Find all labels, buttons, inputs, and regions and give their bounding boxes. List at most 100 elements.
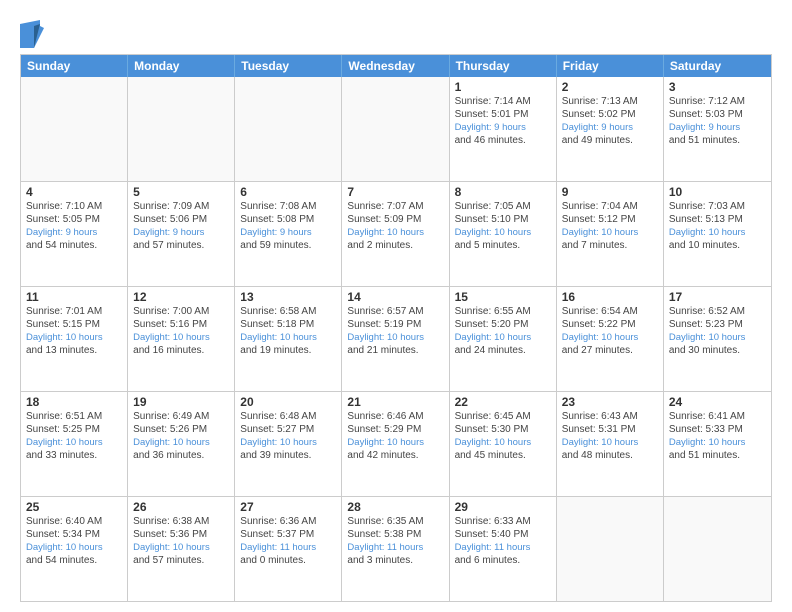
day-info-18: Sunrise: 6:51 AMSunset: 5:25 PMDaylight:…: [26, 410, 122, 462]
day-cell-11: 11Sunrise: 7:01 AMSunset: 5:15 PMDayligh…: [21, 287, 128, 391]
day-info-5: Sunrise: 7:09 AMSunset: 5:06 PMDaylight:…: [133, 200, 229, 252]
day-cell-7: 7Sunrise: 7:07 AMSunset: 5:09 PMDaylight…: [342, 182, 449, 286]
day-info-8: Sunrise: 7:05 AMSunset: 5:10 PMDaylight:…: [455, 200, 551, 252]
day-number-23: 23: [562, 395, 658, 409]
day-cell-14: 14Sunrise: 6:57 AMSunset: 5:19 PMDayligh…: [342, 287, 449, 391]
daylight-link-16[interactable]: Daylight: 10 hours: [562, 332, 639, 343]
header-day-sunday: Sunday: [21, 55, 128, 77]
day-cell-19: 19Sunrise: 6:49 AMSunset: 5:26 PMDayligh…: [128, 392, 235, 496]
daylight-link-23[interactable]: Daylight: 10 hours: [562, 437, 639, 448]
daylight-link-29[interactable]: Daylight: 11 hours: [455, 542, 531, 553]
day-info-4: Sunrise: 7:10 AMSunset: 5:05 PMDaylight:…: [26, 200, 122, 252]
day-number-21: 21: [347, 395, 443, 409]
page: SundayMondayTuesdayWednesdayThursdayFrid…: [0, 0, 792, 612]
daylight-link-28[interactable]: Daylight: 11 hours: [347, 542, 423, 553]
day-number-1: 1: [455, 80, 551, 94]
day-number-25: 25: [26, 500, 122, 514]
day-info-10: Sunrise: 7:03 AMSunset: 5:13 PMDaylight:…: [669, 200, 766, 252]
day-cell-18: 18Sunrise: 6:51 AMSunset: 5:25 PMDayligh…: [21, 392, 128, 496]
day-number-6: 6: [240, 185, 336, 199]
daylight-link-9[interactable]: Daylight: 10 hours: [562, 227, 639, 238]
daylight-link-7[interactable]: Daylight: 10 hours: [347, 227, 424, 238]
day-cell-1: 1Sunrise: 7:14 AMSunset: 5:01 PMDaylight…: [450, 77, 557, 181]
day-cell-empty: [235, 77, 342, 181]
day-info-27: Sunrise: 6:36 AMSunset: 5:37 PMDaylight:…: [240, 515, 336, 567]
daylight-link-27[interactable]: Daylight: 11 hours: [240, 542, 316, 553]
calendar-body: 1Sunrise: 7:14 AMSunset: 5:01 PMDaylight…: [21, 77, 771, 601]
day-number-2: 2: [562, 80, 658, 94]
daylight-link-8[interactable]: Daylight: 10 hours: [455, 227, 532, 238]
day-cell-17: 17Sunrise: 6:52 AMSunset: 5:23 PMDayligh…: [664, 287, 771, 391]
day-number-29: 29: [455, 500, 551, 514]
day-number-14: 14: [347, 290, 443, 304]
daylight-link-19[interactable]: Daylight: 10 hours: [133, 437, 210, 448]
day-number-5: 5: [133, 185, 229, 199]
week-row-3: 11Sunrise: 7:01 AMSunset: 5:15 PMDayligh…: [21, 286, 771, 391]
day-cell-5: 5Sunrise: 7:09 AMSunset: 5:06 PMDaylight…: [128, 182, 235, 286]
day-info-14: Sunrise: 6:57 AMSunset: 5:19 PMDaylight:…: [347, 305, 443, 357]
day-cell-16: 16Sunrise: 6:54 AMSunset: 5:22 PMDayligh…: [557, 287, 664, 391]
day-cell-29: 29Sunrise: 6:33 AMSunset: 5:40 PMDayligh…: [450, 497, 557, 601]
daylight-link-22[interactable]: Daylight: 10 hours: [455, 437, 532, 448]
daylight-link-21[interactable]: Daylight: 10 hours: [347, 437, 424, 448]
day-number-17: 17: [669, 290, 766, 304]
header-day-saturday: Saturday: [664, 55, 771, 77]
day-info-21: Sunrise: 6:46 AMSunset: 5:29 PMDaylight:…: [347, 410, 443, 462]
day-number-9: 9: [562, 185, 658, 199]
day-cell-15: 15Sunrise: 6:55 AMSunset: 5:20 PMDayligh…: [450, 287, 557, 391]
daylight-link-6[interactable]: Daylight: 9 hours: [240, 227, 311, 238]
daylight-link-3[interactable]: Daylight: 9 hours: [669, 122, 740, 133]
daylight-link-17[interactable]: Daylight: 10 hours: [669, 332, 746, 343]
day-cell-21: 21Sunrise: 6:46 AMSunset: 5:29 PMDayligh…: [342, 392, 449, 496]
day-info-9: Sunrise: 7:04 AMSunset: 5:12 PMDaylight:…: [562, 200, 658, 252]
daylight-link-14[interactable]: Daylight: 10 hours: [347, 332, 424, 343]
day-number-20: 20: [240, 395, 336, 409]
daylight-link-5[interactable]: Daylight: 9 hours: [133, 227, 204, 238]
day-cell-22: 22Sunrise: 6:45 AMSunset: 5:30 PMDayligh…: [450, 392, 557, 496]
day-cell-27: 27Sunrise: 6:36 AMSunset: 5:37 PMDayligh…: [235, 497, 342, 601]
day-info-15: Sunrise: 6:55 AMSunset: 5:20 PMDaylight:…: [455, 305, 551, 357]
day-cell-20: 20Sunrise: 6:48 AMSunset: 5:27 PMDayligh…: [235, 392, 342, 496]
daylight-link-12[interactable]: Daylight: 10 hours: [133, 332, 210, 343]
daylight-link-15[interactable]: Daylight: 10 hours: [455, 332, 532, 343]
daylight-link-10[interactable]: Daylight: 10 hours: [669, 227, 746, 238]
day-cell-empty: [21, 77, 128, 181]
daylight-link-11[interactable]: Daylight: 10 hours: [26, 332, 103, 343]
day-number-26: 26: [133, 500, 229, 514]
logo: [20, 20, 48, 48]
day-info-28: Sunrise: 6:35 AMSunset: 5:38 PMDaylight:…: [347, 515, 443, 567]
day-info-7: Sunrise: 7:07 AMSunset: 5:09 PMDaylight:…: [347, 200, 443, 252]
day-info-17: Sunrise: 6:52 AMSunset: 5:23 PMDaylight:…: [669, 305, 766, 357]
daylight-link-13[interactable]: Daylight: 10 hours: [240, 332, 317, 343]
day-cell-empty: [664, 497, 771, 601]
day-number-7: 7: [347, 185, 443, 199]
header-day-friday: Friday: [557, 55, 664, 77]
week-row-1: 1Sunrise: 7:14 AMSunset: 5:01 PMDaylight…: [21, 77, 771, 181]
day-cell-13: 13Sunrise: 6:58 AMSunset: 5:18 PMDayligh…: [235, 287, 342, 391]
day-cell-23: 23Sunrise: 6:43 AMSunset: 5:31 PMDayligh…: [557, 392, 664, 496]
day-cell-empty: [342, 77, 449, 181]
daylight-link-2[interactable]: Daylight: 9 hours: [562, 122, 633, 133]
day-number-15: 15: [455, 290, 551, 304]
daylight-link-1[interactable]: Daylight: 9 hours: [455, 122, 526, 133]
daylight-link-26[interactable]: Daylight: 10 hours: [133, 542, 210, 553]
day-info-20: Sunrise: 6:48 AMSunset: 5:27 PMDaylight:…: [240, 410, 336, 462]
day-info-23: Sunrise: 6:43 AMSunset: 5:31 PMDaylight:…: [562, 410, 658, 462]
day-number-19: 19: [133, 395, 229, 409]
day-number-18: 18: [26, 395, 122, 409]
week-row-4: 18Sunrise: 6:51 AMSunset: 5:25 PMDayligh…: [21, 391, 771, 496]
day-info-13: Sunrise: 6:58 AMSunset: 5:18 PMDaylight:…: [240, 305, 336, 357]
daylight-link-4[interactable]: Daylight: 9 hours: [26, 227, 97, 238]
day-number-28: 28: [347, 500, 443, 514]
daylight-link-18[interactable]: Daylight: 10 hours: [26, 437, 103, 448]
daylight-link-24[interactable]: Daylight: 10 hours: [669, 437, 746, 448]
header-day-monday: Monday: [128, 55, 235, 77]
day-cell-25: 25Sunrise: 6:40 AMSunset: 5:34 PMDayligh…: [21, 497, 128, 601]
day-cell-24: 24Sunrise: 6:41 AMSunset: 5:33 PMDayligh…: [664, 392, 771, 496]
daylight-link-20[interactable]: Daylight: 10 hours: [240, 437, 317, 448]
day-info-16: Sunrise: 6:54 AMSunset: 5:22 PMDaylight:…: [562, 305, 658, 357]
logo-icon: [20, 20, 44, 48]
day-number-11: 11: [26, 290, 122, 304]
day-number-8: 8: [455, 185, 551, 199]
daylight-link-25[interactable]: Daylight: 10 hours: [26, 542, 103, 553]
